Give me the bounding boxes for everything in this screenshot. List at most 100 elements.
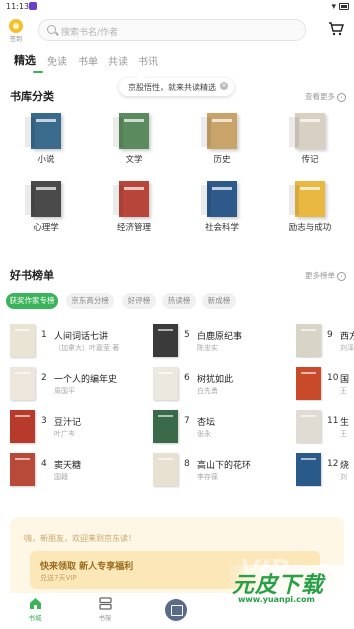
coin-icon <box>9 19 23 33</box>
book-author: 白先勇 <box>197 387 218 395</box>
rank-item[interactable]: 4 窦天糖 国籍 <box>10 453 146 487</box>
chip-good-review[interactable]: 好评榜 <box>122 293 156 309</box>
category-label: 传记 <box>301 155 319 165</box>
category-cover <box>113 181 149 217</box>
status-time: 11:13 <box>6 2 30 11</box>
book-cover <box>153 410 178 443</box>
rank-item[interactable]: 2 一个人的编年史 周国平 <box>10 367 146 401</box>
book-title: 高山下的花环 <box>197 461 252 471</box>
chip-new[interactable]: 新成榜 <box>202 293 236 309</box>
library-more-label: 查看更多 <box>305 92 335 101</box>
book-cover <box>153 367 178 400</box>
rank-item[interactable]: 3 豆汁记 叶广岑 <box>10 410 146 444</box>
library-more-link[interactable]: 查看更多 › <box>305 91 346 102</box>
reading-button[interactable] <box>165 599 187 621</box>
rank-item[interactable]: 10 国 王 <box>296 367 354 401</box>
book-author: 陈忠实 <box>197 344 218 352</box>
category-cover <box>25 113 61 149</box>
book-author: 王 <box>340 430 347 438</box>
tab-book-news[interactable]: 书讯 <box>138 53 158 68</box>
rankings-more-link[interactable]: 更多榜单 › <box>305 270 346 281</box>
category-cover <box>25 181 61 217</box>
rank-item[interactable]: 7 杏坛 张永 <box>153 410 289 444</box>
watermark-url: www.yuanpi.com <box>238 595 315 604</box>
rank-item[interactable]: 12 烧 刘 <box>296 453 354 487</box>
book-title: 国 <box>340 375 350 385</box>
chevron-right-icon: › <box>337 271 346 281</box>
book-author: 叶广岑 <box>54 430 75 438</box>
close-icon[interactable]: ✕ <box>220 82 228 90</box>
rank-number: 1 <box>41 330 47 340</box>
chip-award-authors[interactable]: 获奖作家专榜 <box>6 293 58 309</box>
book-cover <box>10 410 35 443</box>
app-notification-icon <box>29 2 37 10</box>
chevron-right-icon: › <box>337 92 346 102</box>
rank-item[interactable]: 5 白鹿原纪事 陈忠实 <box>153 324 289 358</box>
book-cover <box>153 324 178 357</box>
category-label: 励志与成功 <box>288 223 332 233</box>
category-cover <box>201 113 237 149</box>
category-item[interactable]: 社会科学 <box>187 181 257 233</box>
nav-bookshelf-label: 书架 <box>98 614 112 622</box>
rank-number: 12 <box>327 459 339 469</box>
category-cover <box>289 113 325 149</box>
book-author: 王 <box>340 387 347 395</box>
search-icon <box>47 25 56 34</box>
book-cover <box>10 367 35 400</box>
book-title: 西方 <box>340 332 354 342</box>
book-cover <box>10 324 35 357</box>
battery-icon <box>339 3 349 10</box>
tooltip-text: 京股悟性，就来共读精选 <box>128 83 216 92</box>
rankings-more-label: 更多榜单 <box>305 271 335 280</box>
category-item[interactable]: 文学 <box>99 113 169 165</box>
category-item[interactable]: 历史 <box>187 113 257 165</box>
book-cover <box>296 410 321 443</box>
search-placeholder: 搜索书名/作者 <box>61 28 119 38</box>
category-label: 历史 <box>213 155 231 165</box>
rank-item[interactable]: 6 树犹如此 白先勇 <box>153 367 289 401</box>
watermark: 元皮下载 www.yuanpi.com <box>226 565 354 611</box>
feature-tooltip: 京股悟性，就来共读精选 ✕ <box>119 74 234 96</box>
rank-number: 9 <box>327 330 333 340</box>
category-item[interactable]: 传记 <box>275 113 345 165</box>
rank-number: 8 <box>184 459 190 469</box>
rank-item[interactable]: 1 人间词话七讲 （加拿大）叶嘉莹 著 <box>10 324 146 358</box>
home-icon <box>29 598 41 609</box>
rank-item[interactable]: 9 西方 刘泽 <box>296 324 354 358</box>
promo-subtitle: 兑送7天VIP <box>40 574 77 582</box>
tab-free-read[interactable]: 免读 <box>47 53 67 68</box>
nav-bookstore[interactable]: 书城 <box>15 597 55 622</box>
book-cover <box>153 453 178 486</box>
category-item[interactable]: 经济管理 <box>99 181 169 233</box>
category-cover <box>201 181 237 217</box>
tab-booklist[interactable]: 书单 <box>78 53 98 68</box>
book-author: 刘泽 <box>340 344 354 352</box>
shopping-cart-icon[interactable] <box>328 22 344 36</box>
promo-greeting: 嗨，新朋友，欢迎来到京东读！ <box>24 534 136 543</box>
rank-item[interactable]: 11 生 王 <box>296 410 354 444</box>
book-author: 国籍 <box>54 473 68 481</box>
rankings-section-title: 好书榜单 <box>10 269 54 282</box>
sign-in-button[interactable]: 签到 <box>6 19 26 43</box>
category-label: 文学 <box>125 155 143 165</box>
category-cover <box>289 181 325 217</box>
nav-bookstore-label: 书城 <box>28 614 42 622</box>
search-input[interactable]: 搜索书名/作者 <box>38 19 306 41</box>
rank-item[interactable]: 8 高山下的花环 李存葆 <box>153 453 289 487</box>
book-title: 杏坛 <box>197 418 216 428</box>
chip-hot-read[interactable]: 热读榜 <box>162 293 196 309</box>
category-item[interactable]: 小说 <box>11 113 81 165</box>
category-item[interactable]: 心理学 <box>11 181 81 233</box>
category-label: 心理学 <box>33 223 59 233</box>
rank-number: 2 <box>41 373 47 383</box>
book-title: 人间词话七讲 <box>54 332 109 342</box>
category-item[interactable]: 励志与成功 <box>275 181 345 233</box>
book-author: 张永 <box>197 430 211 438</box>
book-author: 周国平 <box>54 387 75 395</box>
chip-high-score[interactable]: 京东高分榜 <box>66 293 114 309</box>
tab-featured[interactable]: 精选 <box>14 52 36 68</box>
book-title: 树犹如此 <box>197 375 234 385</box>
tab-co-read[interactable]: 共读 <box>108 53 128 68</box>
rank-number: 10 <box>327 373 339 383</box>
nav-bookshelf[interactable]: 书架 <box>85 597 125 622</box>
